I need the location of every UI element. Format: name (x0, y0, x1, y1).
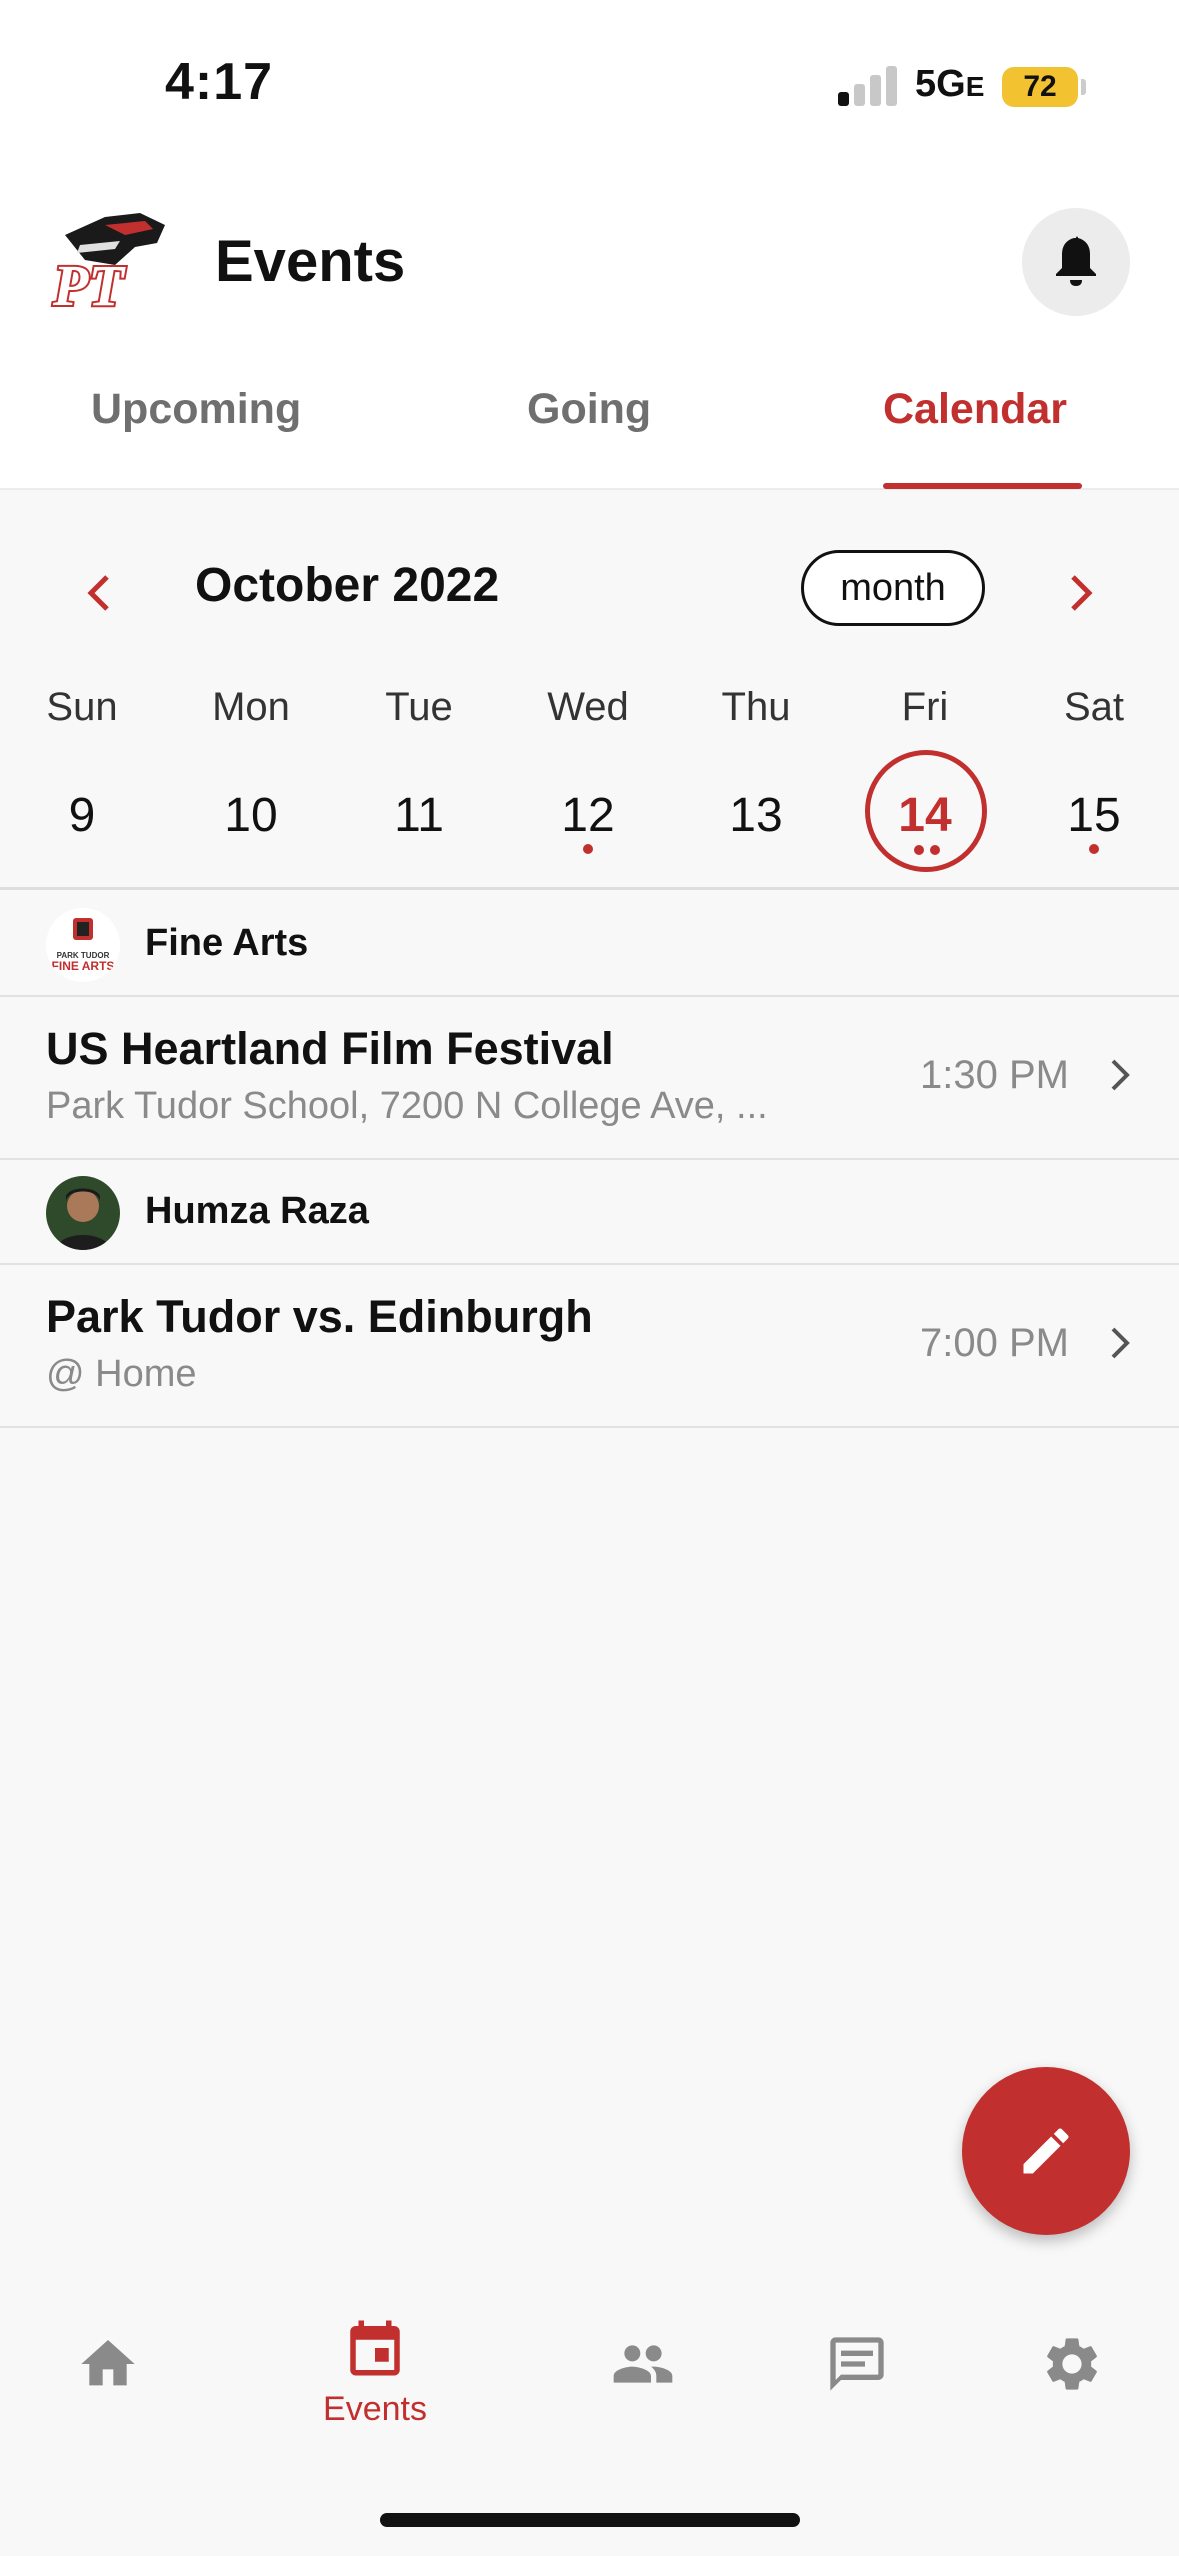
weekday-label: Thu (721, 685, 791, 729)
create-event-button[interactable] (962, 2067, 1130, 2235)
status-time: 4:17 (165, 53, 274, 111)
chat-icon (830, 2337, 884, 2391)
event-dot (1089, 844, 1099, 854)
weekday-label: Sat (1063, 685, 1125, 729)
signal-icon (838, 66, 900, 106)
day-cell-15[interactable]: 15 (1034, 788, 1154, 843)
tab-upcoming[interactable]: Upcoming (91, 385, 301, 434)
tab-bar: Upcoming Going Calendar (0, 350, 1179, 490)
group-header-humza-raza[interactable]: Humza Raza (0, 1160, 1179, 1265)
event-dot (914, 845, 924, 855)
event-title: US Heartland Film Festival (46, 1023, 614, 1074)
weekday-label: Sun (46, 685, 118, 729)
prev-month-button[interactable] (78, 568, 118, 618)
active-tab-indicator (883, 483, 1082, 489)
weekday-label: Tue (385, 685, 453, 729)
user-avatar (46, 1176, 120, 1250)
svg-text:FINE ARTS: FINE ARTS (52, 959, 115, 973)
day-cell-11[interactable]: 11 (359, 788, 479, 843)
day-cell-14[interactable]: 14 (865, 788, 985, 843)
event-location: Park Tudor School, 7200 N College Ave, .… (46, 1085, 768, 1127)
group-name: Humza Raza (145, 1190, 369, 1232)
weekday-label: Fri (901, 685, 949, 729)
school-logo: PT (45, 205, 170, 320)
chevron-left-icon (87, 575, 109, 611)
pencil-icon (1023, 2128, 1069, 2174)
group-header-fine-arts[interactable]: PARK TUDOR FINE ARTS Fine Arts (0, 892, 1179, 997)
calendar-icon (350, 2320, 400, 2376)
gear-icon (1047, 2338, 1097, 2390)
bell-icon (1056, 236, 1096, 286)
next-month-button[interactable] (1062, 568, 1102, 618)
battery-tip (1081, 79, 1086, 95)
view-toggle-button[interactable]: month (801, 550, 985, 626)
day-cell-13[interactable]: 13 (696, 788, 816, 843)
group-avatar: PARK TUDOR FINE ARTS (46, 908, 120, 982)
chevron-right-icon (1111, 1327, 1130, 1359)
svg-text:PT: PT (52, 253, 126, 315)
chevron-right-icon (1111, 1059, 1130, 1091)
group-name: Fine Arts (145, 922, 309, 964)
nav-people[interactable] (568, 2332, 718, 2401)
event-row[interactable]: Park Tudor vs. Edinburgh @ Home 7:00 PM (0, 1263, 1179, 1428)
month-label: October 2022 (195, 559, 500, 612)
day-cell-10[interactable]: 10 (191, 788, 311, 843)
event-time: 1:30 PM (920, 1053, 1069, 1097)
nav-home[interactable] (33, 2332, 183, 2401)
home-indicator (380, 2513, 800, 2527)
tab-calendar[interactable]: Calendar (883, 385, 1067, 434)
notifications-button[interactable] (1022, 208, 1130, 316)
status-bar: 4:17 5GE 72 (0, 0, 1179, 170)
people-icon (613, 2345, 673, 2383)
event-time: 7:00 PM (920, 1321, 1069, 1365)
event-title: Park Tudor vs. Edinburgh (46, 1291, 593, 1342)
nav-messages[interactable] (782, 2332, 932, 2401)
day-cell-12[interactable]: 12 (528, 788, 648, 843)
home-icon (81, 2340, 135, 2386)
weekday-label: Mon (212, 685, 290, 729)
page-title: Events (215, 229, 406, 294)
day-cell-9[interactable]: 9 (22, 788, 142, 843)
battery-icon: 72 (1002, 67, 1078, 107)
nav-events-label: Events (323, 2390, 427, 2428)
chevron-right-icon (1071, 575, 1093, 611)
nav-events[interactable]: Events (300, 2315, 450, 2429)
tab-going[interactable]: Going (527, 385, 651, 434)
event-dot (930, 845, 940, 855)
event-dot (583, 844, 593, 854)
weekday-label: Wed (547, 685, 629, 729)
nav-settings[interactable] (997, 2332, 1147, 2401)
header: PT Events (0, 170, 1179, 350)
event-location: @ Home (46, 1353, 197, 1395)
event-row[interactable]: US Heartland Film Festival Park Tudor Sc… (0, 995, 1179, 1160)
calendar-strip: October 2022 month Sun Mon Tue Wed Thu F… (0, 490, 1179, 890)
network-indicator: 5GE (915, 63, 985, 105)
